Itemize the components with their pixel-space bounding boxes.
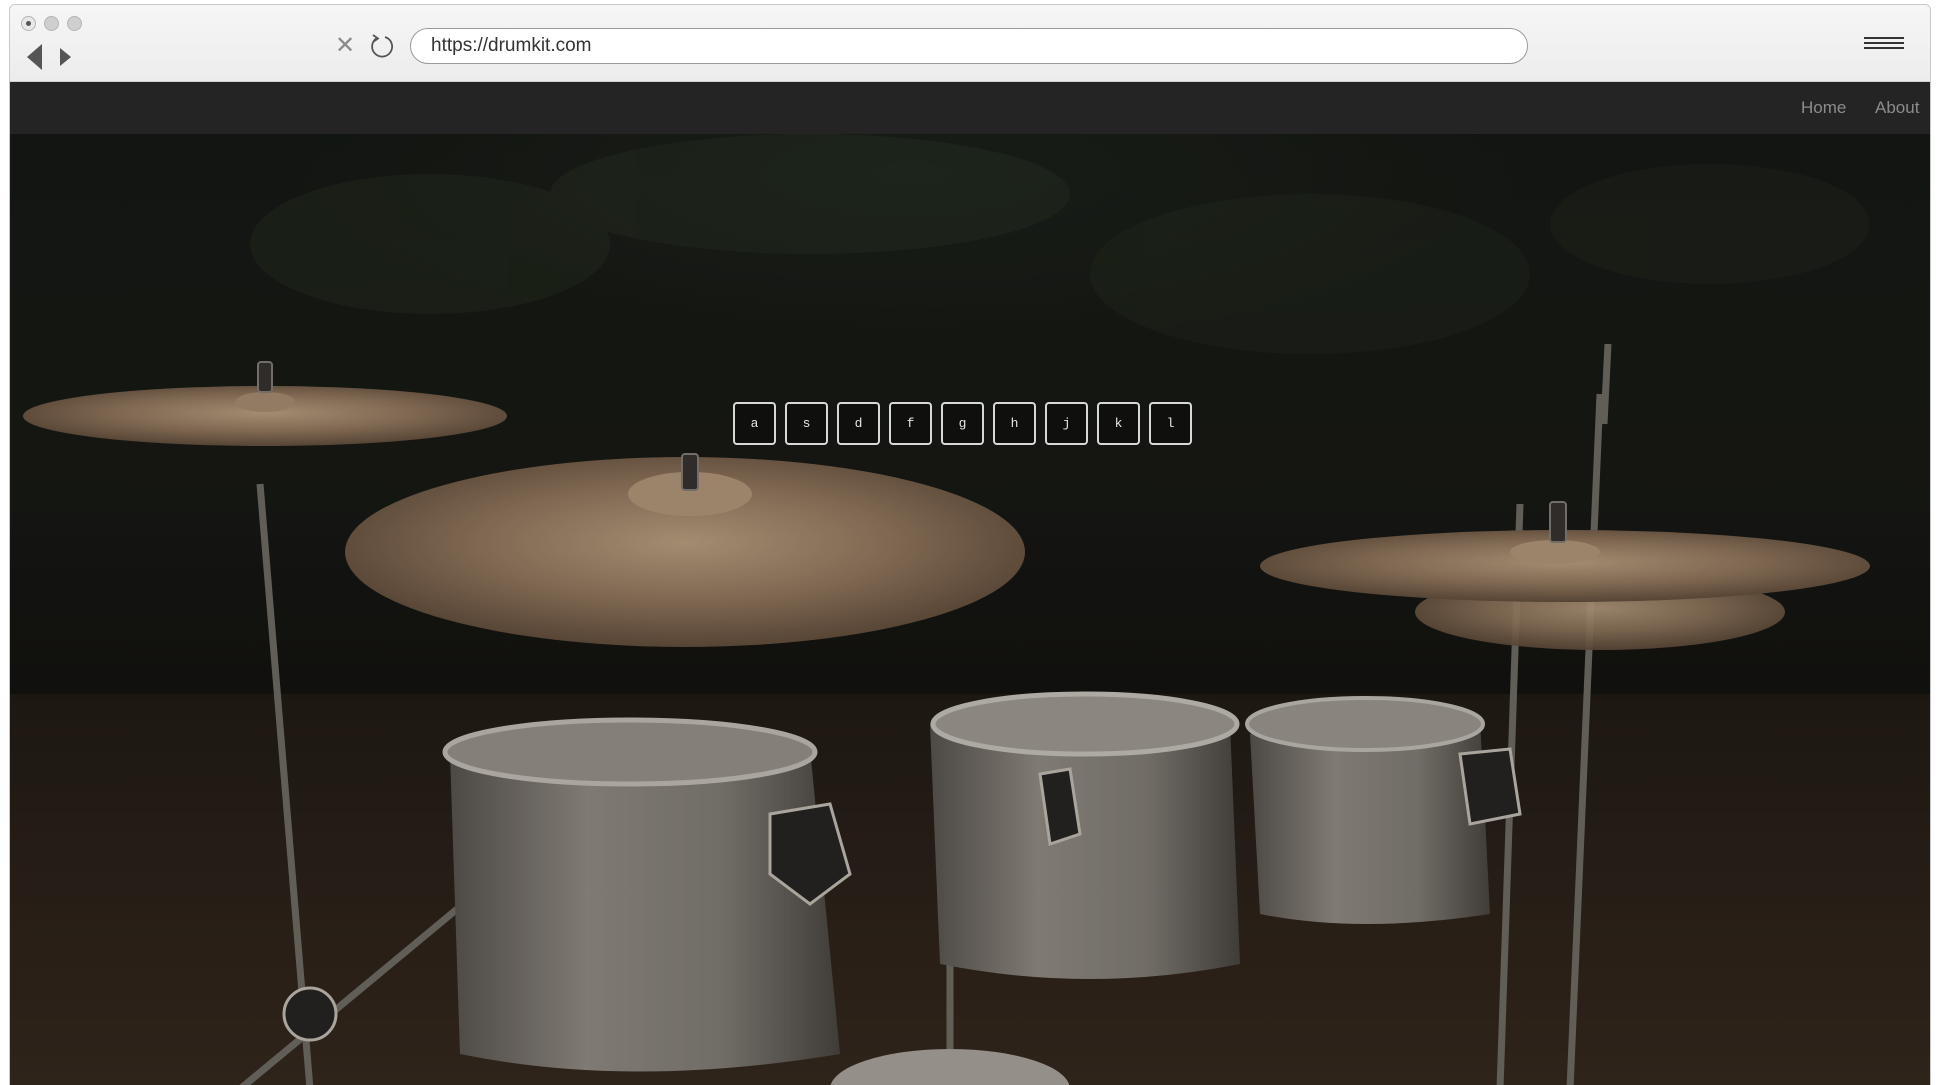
forward-arrow-icon[interactable] <box>60 48 71 66</box>
nav-link-about[interactable]: About <box>1875 98 1919 118</box>
back-arrow-icon[interactable] <box>27 44 42 70</box>
nav-link-home[interactable]: Home <box>1801 98 1846 118</box>
address-bar[interactable] <box>410 28 1528 64</box>
close-icon[interactable]: ✕ <box>333 34 357 58</box>
site-navbar: Home About <box>10 82 1930 134</box>
drum-key-d[interactable]: d <box>837 402 880 445</box>
drum-key-l[interactable]: l <box>1149 402 1192 445</box>
drum-key-g[interactable]: g <box>941 402 984 445</box>
drum-key-j[interactable]: j <box>1045 402 1088 445</box>
drum-key-a[interactable]: a <box>733 402 776 445</box>
window-maximize-button[interactable] <box>67 16 82 31</box>
drum-key-k[interactable]: k <box>1097 402 1140 445</box>
drum-key-h[interactable]: h <box>993 402 1036 445</box>
browser-toolbar: ✕ <box>10 5 1930 82</box>
drum-kit-illustration <box>10 134 1930 1085</box>
window-minimize-button[interactable] <box>44 16 59 31</box>
hamburger-menu-icon[interactable] <box>1864 37 1904 55</box>
drum-kit-hero-image: a s d f g h j k l <box>10 134 1930 1085</box>
reload-icon[interactable] <box>368 32 396 60</box>
browser-window: ✕ Home About <box>9 4 1931 1085</box>
window-close-button[interactable] <box>21 16 36 31</box>
drum-key-f[interactable]: f <box>889 402 932 445</box>
drum-key-s[interactable]: s <box>785 402 828 445</box>
drum-keys: a s d f g h j k l <box>733 402 1192 445</box>
